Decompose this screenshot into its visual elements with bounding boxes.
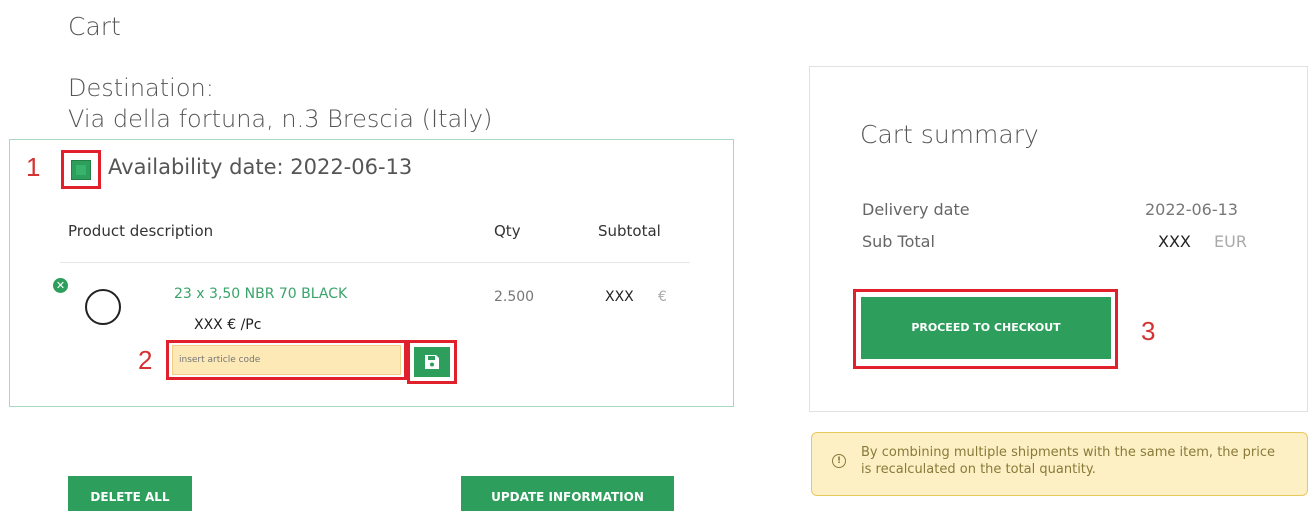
close-icon[interactable]: ✕ <box>53 278 68 293</box>
info-icon: ! <box>832 454 846 468</box>
availability-checkbox[interactable] <box>71 160 91 180</box>
table-divider <box>60 262 690 263</box>
header-subtotal: Subtotal <box>598 222 661 240</box>
subtotal-value: XXX <box>1158 232 1191 251</box>
delete-all-button[interactable]: DELETE ALL <box>68 476 192 511</box>
availability-date: Availability date: 2022-06-13 <box>108 155 413 179</box>
annotation-number-1: 1 <box>26 152 41 182</box>
product-subtotal-currency: € <box>658 289 667 305</box>
annotation-number-2: 2 <box>138 345 153 375</box>
update-information-button[interactable]: UPDATE INFORMATION <box>461 476 674 511</box>
header-product-description: Product description <box>68 222 214 240</box>
article-code-input[interactable] <box>172 345 401 375</box>
delivery-date-value: 2022-06-13 <box>1145 200 1238 219</box>
product-subtotal: XXX <box>605 289 634 305</box>
product-image-placeholder <box>85 289 121 325</box>
subtotal-label: Sub Total <box>862 232 935 251</box>
proceed-to-checkout-button[interactable]: PROCEED TO CHECKOUT <box>861 297 1111 359</box>
annotation-number-3: 3 <box>1141 316 1156 346</box>
destination-address: Via della fortuna, n.3 Brescia (Italy) <box>68 105 493 133</box>
cart-summary-title: Cart summary <box>860 120 1039 149</box>
header-qty: Qty <box>494 222 521 240</box>
destination-label: Destination: <box>68 74 214 102</box>
notice-text: By combining multiple shipments with the… <box>861 445 1276 477</box>
save-icon <box>425 355 439 369</box>
subtotal-currency: EUR <box>1214 232 1247 251</box>
page-title: Cart <box>68 12 121 41</box>
delivery-date-label: Delivery date <box>862 200 970 219</box>
product-qty: 2.500 <box>494 289 535 305</box>
save-button[interactable] <box>414 347 450 377</box>
product-name[interactable]: 23 x 3,50 NBR 70 BLACK <box>174 286 347 302</box>
product-unit-price: XXX € /Pc <box>194 317 262 333</box>
